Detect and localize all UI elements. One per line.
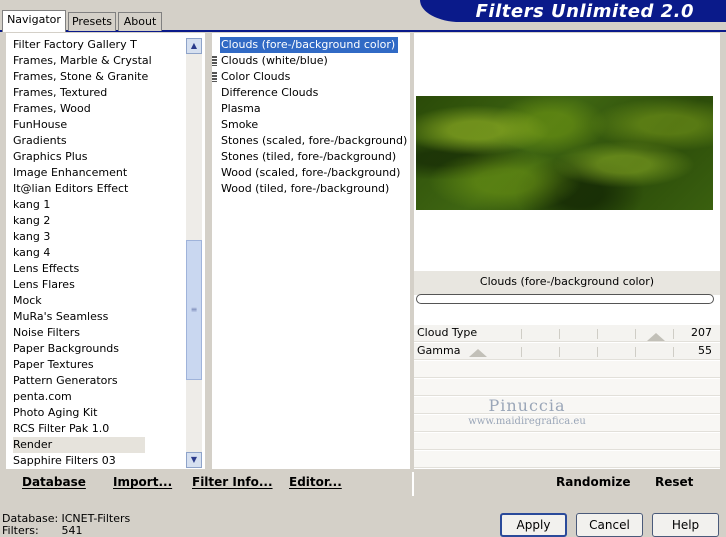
import-button[interactable]: Import...	[113, 475, 172, 489]
filter-item[interactable]: Smoke	[220, 117, 407, 133]
param-row-empty	[414, 379, 720, 396]
category-item[interactable]: Image Enhancement	[13, 165, 152, 181]
apply-button[interactable]: Apply	[500, 513, 567, 537]
category-item[interactable]: Lens Flares	[13, 277, 152, 293]
filter-item[interactable]: Difference Clouds	[220, 85, 407, 101]
filter-item[interactable]: Color Clouds	[220, 69, 407, 85]
database-button[interactable]: Database	[22, 475, 86, 489]
category-item[interactable]: It@lian Editors Effect	[13, 181, 152, 197]
category-item[interactable]: Paper Textures	[13, 357, 152, 373]
filter-item[interactable]: Wood (tiled, fore-/background)	[220, 181, 407, 197]
title-banner: Filters Unlimited 2.0	[420, 0, 726, 22]
param-row-gamma[interactable]: Gamma 55	[414, 343, 720, 360]
category-item[interactable]: Render	[13, 437, 145, 453]
category-item[interactable]: Graphics Plus	[13, 149, 152, 165]
category-item[interactable]: Photo Aging Kit	[13, 405, 152, 421]
category-item[interactable]: Noise Filters	[13, 325, 152, 341]
category-item[interactable]: Paper Backgrounds	[13, 341, 152, 357]
param-row-empty	[414, 451, 720, 468]
watermark-title: Pinuccia	[488, 396, 566, 415]
category-item[interactable]: Frames, Wood	[13, 101, 152, 117]
watermark-url: www.maidiregrafica.eu	[468, 416, 586, 427]
bottom-toolbar: Database Import... Filter Info... Editor…	[6, 472, 720, 496]
category-item[interactable]: Gradients	[13, 133, 152, 149]
app-title: Filters Unlimited 2.0	[475, 1, 694, 22]
category-item[interactable]: kang 2	[13, 213, 152, 229]
cancel-button[interactable]: Cancel	[576, 513, 643, 537]
category-item[interactable]: kang 1	[13, 197, 152, 213]
scrollbar-thumb[interactable]: ≡	[186, 240, 202, 380]
filter-item[interactable]: Clouds (white/blue)	[220, 53, 407, 69]
toolbar-divider	[412, 472, 414, 496]
category-item[interactable]: Mock	[13, 293, 152, 309]
tab-about[interactable]: About	[118, 12, 162, 31]
filter-list-panel: Clouds (fore-/background color) Clouds (w…	[212, 33, 410, 469]
param-slider[interactable]	[484, 347, 674, 357]
category-item[interactable]: penta.com	[13, 389, 152, 405]
help-button[interactable]: Help	[652, 513, 719, 537]
filters-count-label: Filters:	[2, 524, 39, 537]
category-item[interactable]: Sapphire Filters 03	[13, 453, 152, 469]
category-item[interactable]: kang 4	[13, 245, 152, 261]
tab-presets[interactable]: Presets	[68, 12, 116, 31]
drag-handle-icon[interactable]	[212, 56, 217, 66]
category-item[interactable]: FunHouse	[13, 117, 152, 133]
editor-button[interactable]: Editor...	[289, 475, 342, 489]
slider-marker-icon[interactable]	[647, 333, 665, 341]
filter-info-button[interactable]: Filter Info...	[192, 475, 273, 489]
param-row-cloud-type[interactable]: Cloud Type 207	[414, 325, 720, 342]
scroll-up-icon[interactable]: ▲	[186, 38, 202, 54]
param-label: Gamma	[417, 344, 461, 357]
progress-bar	[416, 294, 714, 304]
param-row-empty	[414, 433, 720, 450]
slider-marker-icon[interactable]	[469, 349, 487, 357]
category-list: Filter Factory Gallery T Frames, Marble &…	[13, 37, 152, 469]
category-item[interactable]: Frames, Marble & Crystal	[13, 53, 152, 69]
category-item[interactable]: Filter Factory Gallery T	[13, 37, 152, 53]
category-item[interactable]: kang 3	[13, 229, 152, 245]
filter-list: Clouds (fore-/background color) Clouds (w…	[212, 37, 407, 197]
filter-item[interactable]: Wood (scaled, fore-/background)	[220, 165, 407, 181]
category-item[interactable]: Frames, Textured	[13, 85, 152, 101]
randomize-button[interactable]: Randomize	[556, 475, 630, 489]
category-item[interactable]: Pattern Generators	[13, 373, 152, 389]
status-area: Database: ICNET-Filters Filters: 541	[2, 513, 130, 537]
filter-item[interactable]: Clouds (fore-/background color)	[220, 37, 399, 53]
watermark: Pinuccia www.maidiregrafica.eu	[462, 396, 592, 428]
category-scrollbar[interactable]: ▲ ≡ ▼	[186, 38, 202, 468]
category-item[interactable]: Lens Effects	[13, 261, 152, 277]
scroll-down-icon[interactable]: ▼	[186, 452, 202, 468]
preview-caption: Clouds (fore-/background color)	[414, 271, 720, 295]
param-label: Cloud Type	[417, 326, 478, 339]
param-value: 207	[691, 326, 712, 339]
reset-button[interactable]: Reset	[655, 475, 693, 489]
param-row-empty	[414, 361, 720, 378]
category-item[interactable]: RCS Filter Pak 1.0	[13, 421, 152, 437]
category-list-panel: Filter Factory Gallery T Frames, Marble &…	[6, 33, 205, 469]
param-slider[interactable]	[484, 329, 674, 339]
tab-navigator[interactable]: Navigator	[2, 10, 66, 32]
category-item[interactable]: Frames, Stone & Granite	[13, 69, 152, 85]
filters-count-value: 541	[61, 524, 83, 537]
filter-item[interactable]: Stones (tiled, fore-/background)	[220, 149, 407, 165]
preview-image	[416, 96, 713, 210]
filter-item[interactable]: Plasma	[220, 101, 407, 117]
filter-item[interactable]: Stones (scaled, fore-/background)	[220, 133, 407, 149]
category-item[interactable]: MuRa's Seamless	[13, 309, 152, 325]
drag-handle-icon[interactable]	[212, 72, 217, 82]
param-value: 55	[698, 344, 712, 357]
